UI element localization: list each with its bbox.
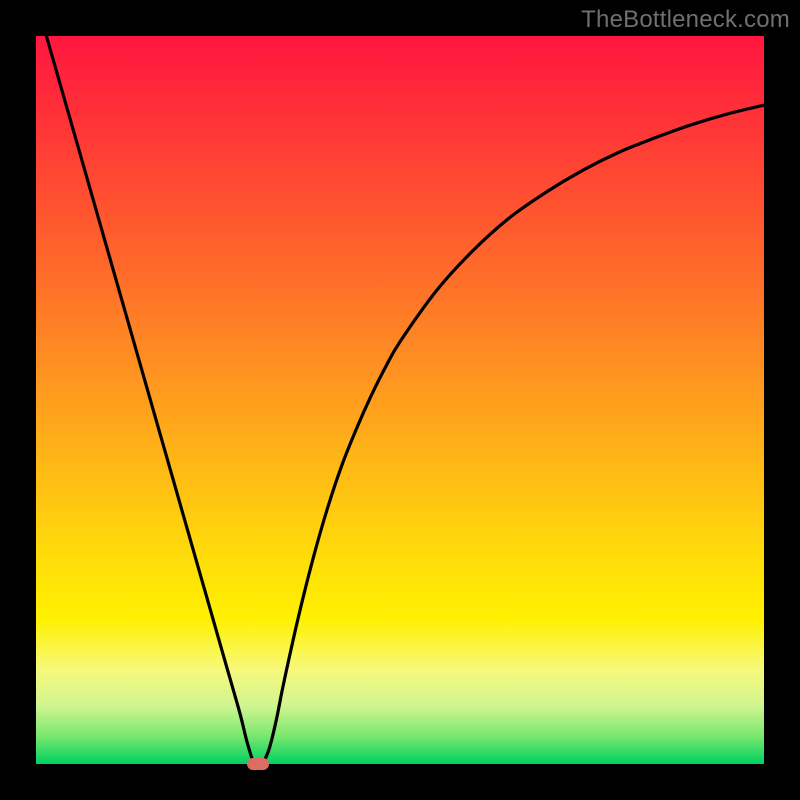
plot-area	[36, 36, 764, 764]
optimal-marker	[247, 758, 269, 770]
bottleneck-curve	[36, 36, 764, 764]
chart-frame: TheBottleneck.com	[0, 0, 800, 800]
watermark-text: TheBottleneck.com	[581, 6, 790, 34]
curve-path	[36, 36, 764, 764]
